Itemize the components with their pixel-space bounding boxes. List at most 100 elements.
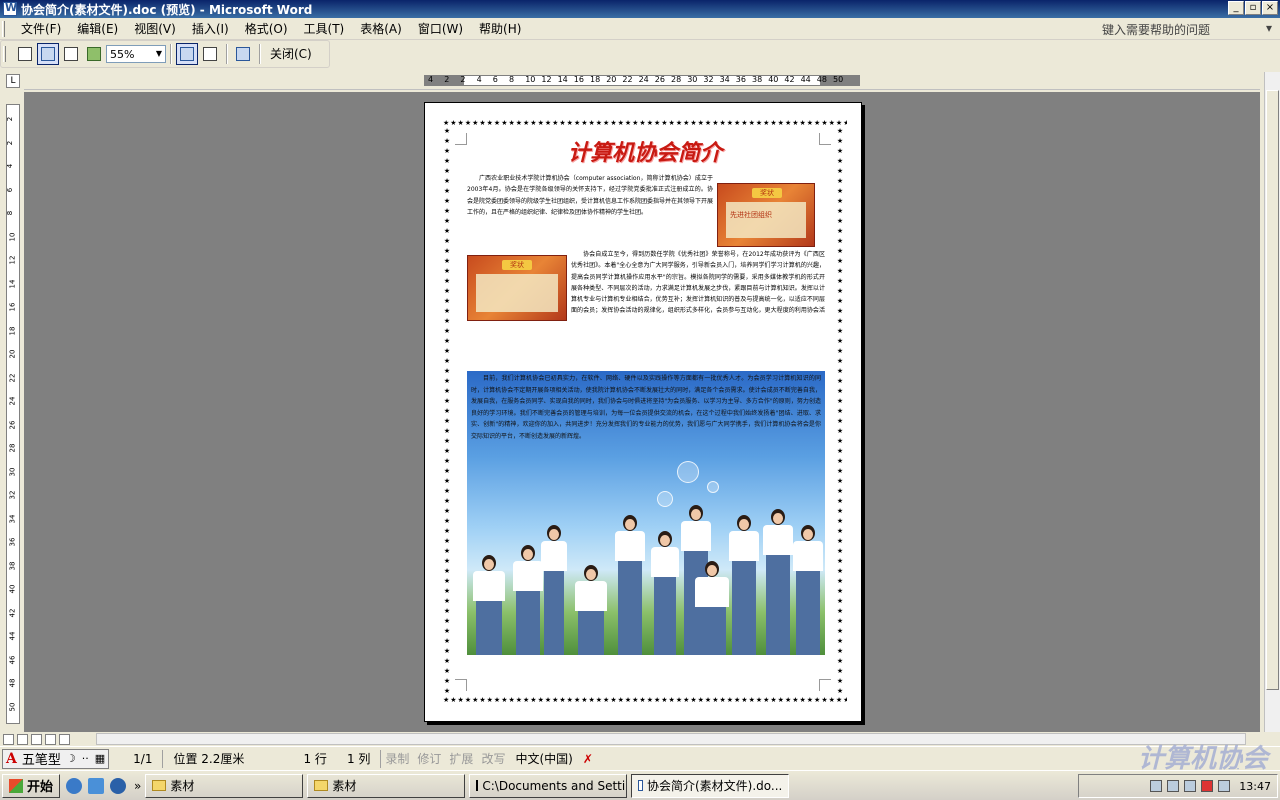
shrink-to-fit-button[interactable] <box>199 43 221 65</box>
status-overtype[interactable]: 改写 <box>477 750 509 767</box>
ruler-tick: 32 <box>703 75 714 84</box>
ruler-tick: 38 <box>752 75 763 84</box>
status-record[interactable]: 录制 <box>381 750 413 767</box>
task-folder-2[interactable]: 素材 <box>307 773 466 798</box>
status-extend[interactable]: 扩展 <box>445 750 477 767</box>
menu-format[interactable]: 格式(O) <box>237 20 296 37</box>
ime-switch[interactable]: A <box>3 751 20 767</box>
star-border-bottom: ★★★★★★★★★★★★★★★★★★★★★★★★★★★★★★★★★★★★★★★★… <box>443 696 847 704</box>
vertical-ruler-tick: 4 <box>6 163 15 169</box>
word-app-icon[interactable] <box>3 1 17 16</box>
ruler-tick: 6 <box>492 75 498 84</box>
web-view-button[interactable] <box>17 733 28 745</box>
toolbar-grip[interactable] <box>3 46 6 62</box>
help-question-input[interactable]: 键入需要帮助的问题 ▾ <box>1102 21 1272 37</box>
menu-help[interactable]: 帮助(H) <box>471 20 529 37</box>
ruler-tick: 28 <box>671 75 682 84</box>
bubble-decoration <box>657 491 673 507</box>
menu-insert[interactable]: 插入(I) <box>184 20 237 37</box>
magnifier-button[interactable] <box>37 43 59 65</box>
zoom-select[interactable]: 55% ▼ <box>106 45 166 63</box>
vertical-ruler-tick: 38 <box>8 561 17 570</box>
horizontal-ruler[interactable]: 4 2 2 4 6 8 10 12 14 16 18 20 22 24 26 28 30 32 34 36 38 40 42… <box>24 72 1260 90</box>
close-preview-button[interactable]: 关闭(C) <box>265 44 317 64</box>
ruler-tick: 18 <box>590 75 601 84</box>
media-player-icon[interactable] <box>110 777 127 794</box>
person <box>729 515 759 655</box>
menu-view[interactable]: 视图(V) <box>126 20 184 37</box>
clock[interactable]: 13:47 <box>1239 780 1271 793</box>
vertical-ruler[interactable]: 2 2 4 6 8 10 12 14 16 18 20 22 24 26 28 30 32 34 36 38 40 42 4… <box>6 104 20 724</box>
status-language[interactable]: 中文(中国) <box>509 750 578 767</box>
person <box>615 515 645 655</box>
award-seal-1: 奖状 <box>752 188 782 198</box>
volume-icon[interactable] <box>1184 780 1197 792</box>
chevron-down-icon[interactable]: ▾ <box>1266 21 1272 37</box>
menu-edit[interactable]: 编辑(E) <box>69 20 126 37</box>
punctuation-icon[interactable]: ·· <box>79 752 92 765</box>
scrollbar-thumb[interactable] <box>1266 90 1279 690</box>
normal-view-button[interactable] <box>3 733 14 745</box>
keyboard-icon[interactable]: ▦ <box>92 752 108 765</box>
ime-tray-icon[interactable] <box>1150 780 1163 792</box>
ruler-tick: 4 <box>476 75 482 84</box>
multiple-pages-button[interactable] <box>83 43 105 65</box>
minimize-button[interactable]: _ <box>1228 1 1244 15</box>
menu-file[interactable]: 文件(F) <box>13 20 69 37</box>
menu-window[interactable]: 窗口(W) <box>410 20 471 37</box>
restore-button[interactable]: ▫ <box>1245 1 1261 15</box>
menu-table[interactable]: 表格(A) <box>352 20 410 37</box>
bubble-decoration <box>707 481 719 493</box>
quick-launch-more[interactable]: » <box>134 779 141 793</box>
chevron-down-icon[interactable]: ▼ <box>153 46 165 62</box>
task-word[interactable]: 协会简介(素材文件).do... <box>631 773 790 798</box>
reading-view-button[interactable] <box>59 733 70 745</box>
vertical-ruler-tick: 26 <box>8 420 17 429</box>
task-cmd[interactable]: C:\Documents and Settin... <box>469 773 628 798</box>
print-button[interactable] <box>14 43 36 65</box>
vertical-ruler-tick: 50 <box>8 702 17 711</box>
outline-view-button[interactable] <box>45 733 56 745</box>
view-ruler-button[interactable] <box>176 43 198 65</box>
vertical-ruler-tick: 40 <box>8 584 17 594</box>
task-label: 素材 <box>170 779 195 793</box>
task-label: C:\Documents and Settin... <box>482 778 626 793</box>
task-label: 素材 <box>332 779 357 793</box>
security-icon[interactable] <box>1218 780 1231 792</box>
award-certificate-1 <box>726 202 806 238</box>
vertical-scrollbar[interactable] <box>1264 72 1280 732</box>
ie-icon[interactable] <box>66 777 83 794</box>
one-page-button[interactable] <box>60 43 82 65</box>
print-view-button[interactable] <box>31 733 42 745</box>
vertical-ruler-tick: 44 <box>8 631 17 641</box>
award-seal-2: 奖状 <box>502 260 532 270</box>
start-button[interactable]: 开始 <box>2 773 61 798</box>
document-page[interactable]: ★★★★★★★★★★★★★★★★★★★★★★★★★★★★★★★★★★★★★★★★… <box>424 102 862 722</box>
full-screen-button[interactable] <box>232 43 254 65</box>
desktop-icon[interactable] <box>88 777 105 794</box>
menu-tools[interactable]: 工具(T) <box>296 20 353 37</box>
network-icon[interactable] <box>1167 780 1180 792</box>
ruler-tick: 14 <box>557 75 568 84</box>
horizontal-scrollbar[interactable] <box>96 733 1246 745</box>
antivirus-icon[interactable] <box>1201 780 1214 792</box>
menubar-grip[interactable] <box>2 20 5 37</box>
full-screen-icon <box>236 47 250 61</box>
award-text-1: 先进社团组织 <box>730 211 772 219</box>
ime-toolbar[interactable]: A 五笔型 ☽ ·· ▦ <box>2 748 110 769</box>
vertical-ruler-tick: 34 <box>8 514 17 523</box>
crop-mark-br <box>819 679 831 691</box>
task-folder-1[interactable]: 素材 <box>145 773 304 798</box>
status-track-changes[interactable]: 修订 <box>413 750 445 767</box>
multiple-pages-icon <box>87 47 101 61</box>
ruler-tick: 8 <box>509 75 515 84</box>
close-window-button[interactable]: × <box>1262 1 1278 15</box>
spelling-status-icon[interactable]: ✗ <box>579 752 597 766</box>
moon-icon[interactable]: ☽ <box>63 752 79 765</box>
status-page: 1/1 <box>133 751 153 766</box>
ime-name[interactable]: 五笔型 <box>20 749 63 768</box>
tab-selector[interactable]: L <box>6 74 20 88</box>
window-title-bar[interactable]: 协会简介(素材文件).doc (预览) - Microsoft Word _ ▫… <box>0 0 1280 18</box>
status-bar: A 五笔型 ☽ ·· ▦ 1/1 位置 2.2厘米 1 行 1 列 录制 修订 … <box>0 746 1280 770</box>
shrink-icon <box>203 47 217 61</box>
